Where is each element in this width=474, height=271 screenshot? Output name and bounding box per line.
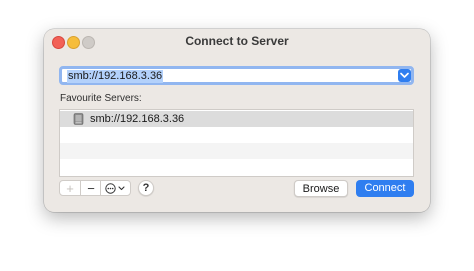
favourite-server-name: smb://192.168.3.36: [90, 113, 185, 125]
server-address-field[interactable]: smb://192.168.3.36: [59, 66, 414, 85]
ellipsis-circle-icon: [105, 183, 125, 194]
list-item[interactable]: smb://192.168.3.36: [60, 111, 413, 127]
favourite-servers-label: Favourite Servers:: [60, 93, 142, 104]
recent-servers-dropdown-button[interactable]: [398, 69, 411, 82]
connect-button[interactable]: Connect: [356, 180, 414, 197]
chevron-down-icon: [400, 72, 409, 78]
favourites-edit-controls: + −: [59, 180, 131, 196]
remove-favourite-button[interactable]: −: [80, 181, 101, 196]
list-row-empty: [60, 143, 413, 159]
favourite-servers-list[interactable]: smb://192.168.3.36: [59, 109, 414, 177]
list-row-empty: [60, 127, 413, 143]
add-favourite-button[interactable]: +: [60, 181, 80, 196]
server-address-text[interactable]: smb://192.168.3.36: [67, 70, 164, 83]
browse-button[interactable]: Browse: [294, 180, 348, 197]
more-options-button[interactable]: [100, 181, 132, 196]
server-icon: [73, 113, 84, 125]
help-button[interactable]: ?: [138, 180, 154, 196]
connect-to-server-window: Connect to Server smb://192.168.3.36 Fav…: [44, 29, 430, 212]
list-row-empty: [60, 159, 413, 175]
title-bar: Connect to Server: [44, 29, 430, 53]
window-title: Connect to Server: [185, 34, 289, 48]
